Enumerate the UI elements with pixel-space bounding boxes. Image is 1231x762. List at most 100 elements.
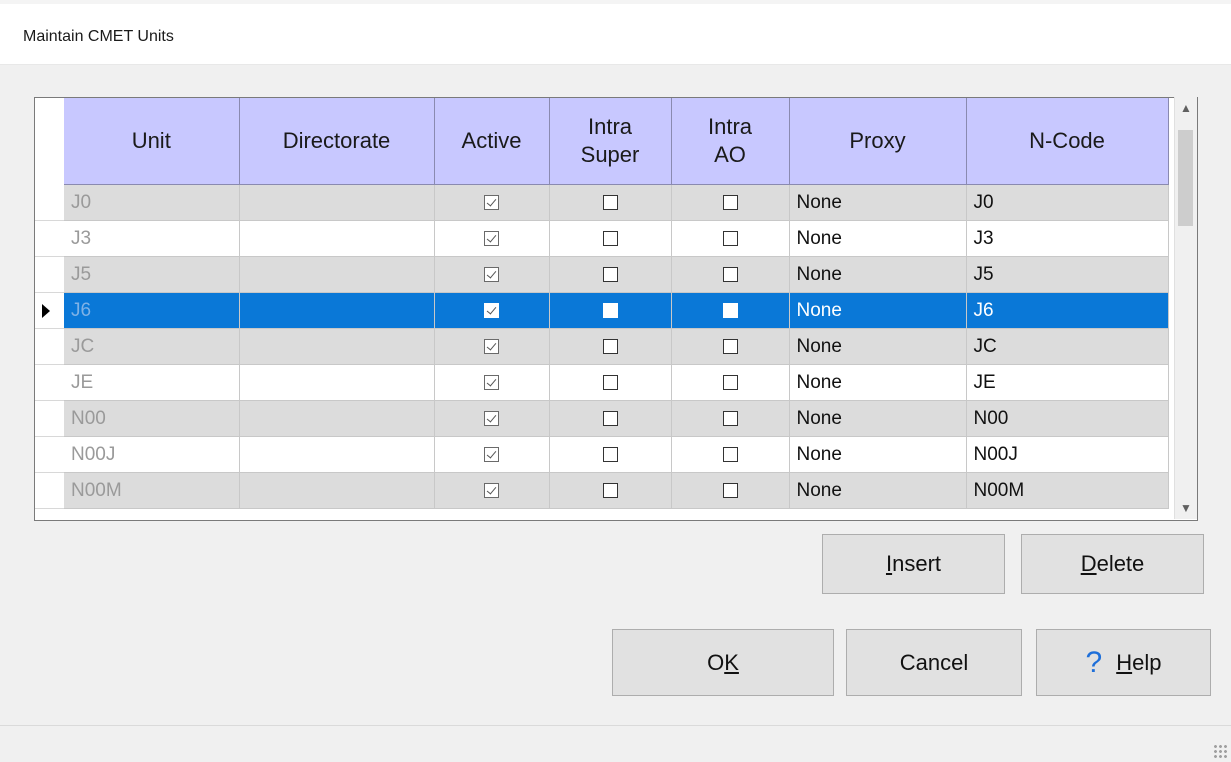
table-row[interactable]: J5 None J5 [64, 256, 1169, 293]
ncode-cell[interactable]: J6 [966, 292, 1169, 329]
intra-ao-checkbox[interactable] [722, 266, 738, 282]
ncode-cell[interactable]: J0 [966, 184, 1169, 221]
table-row[interactable]: J3 None J3 [64, 220, 1169, 257]
help-button[interactable]: ? Help [1036, 629, 1211, 696]
row-header-cell[interactable] [35, 437, 64, 473]
active-checkbox[interactable] [484, 194, 499, 210]
intra-ao-checkbox[interactable] [722, 302, 738, 318]
intra-ao-checkbox[interactable] [722, 194, 738, 210]
unit-cell[interactable]: N00J [64, 436, 240, 473]
intra-ao-checkbox[interactable] [722, 410, 738, 426]
table-row[interactable]: J6 None J6 [64, 292, 1169, 329]
directorate-cell[interactable] [239, 220, 435, 257]
proxy-cell[interactable]: None [789, 400, 967, 437]
unit-cell[interactable]: J5 [64, 256, 240, 293]
intra-super-checkbox[interactable] [602, 266, 618, 282]
unit-cell[interactable]: N00 [64, 400, 240, 437]
directorate-cell[interactable] [239, 400, 435, 437]
row-header-cell[interactable] [35, 257, 64, 293]
column-header-n-code[interactable]: N-Code [966, 98, 1169, 185]
proxy-cell[interactable]: None [789, 472, 967, 509]
table-row[interactable]: JE None JE [64, 364, 1169, 401]
vertical-scrollbar[interactable]: ▲ ▼ [1174, 97, 1197, 519]
unit-cell[interactable]: JC [64, 328, 240, 365]
ncode-cell[interactable]: J5 [966, 256, 1169, 293]
column-header-intra-super[interactable]: Intra Super [549, 98, 672, 185]
intra-super-checkbox[interactable] [602, 194, 618, 210]
directorate-cell[interactable] [239, 472, 435, 509]
row-header-cell[interactable] [35, 221, 64, 257]
column-header-proxy[interactable]: Proxy [789, 98, 967, 185]
intra-super-checkbox[interactable] [602, 338, 618, 354]
intra-ao-checkbox[interactable] [722, 230, 738, 246]
row-header-cell[interactable] [35, 365, 64, 401]
intra-ao-cell [671, 436, 790, 473]
row-header-cell[interactable] [35, 293, 64, 329]
table-row[interactable]: J0 None J0 [64, 184, 1169, 221]
proxy-cell[interactable]: None [789, 220, 967, 257]
ok-button[interactable]: OK [612, 629, 834, 696]
proxy-cell[interactable]: None [789, 436, 967, 473]
chevron-down-icon[interactable]: ▼ [1175, 497, 1197, 519]
unit-cell[interactable]: N00M [64, 472, 240, 509]
ncode-cell[interactable]: J3 [966, 220, 1169, 257]
column-header-intra-ao[interactable]: Intra AO [671, 98, 790, 185]
active-checkbox[interactable] [484, 302, 499, 318]
intra-ao-checkbox[interactable] [722, 338, 738, 354]
directorate-cell[interactable] [239, 184, 435, 221]
proxy-cell[interactable]: None [789, 364, 967, 401]
delete-button[interactable]: Delete [1021, 534, 1204, 594]
active-checkbox[interactable] [484, 230, 499, 246]
directorate-cell[interactable] [239, 256, 435, 293]
cancel-button[interactable]: Cancel [846, 629, 1022, 696]
column-header-active[interactable]: Active [434, 98, 550, 185]
intra-ao-checkbox[interactable] [722, 374, 738, 390]
ncode-cell[interactable]: N00M [966, 472, 1169, 509]
table-row[interactable]: N00J None N00J [64, 436, 1169, 473]
proxy-cell[interactable]: None [789, 328, 967, 365]
table-row[interactable]: N00M None N00M [64, 472, 1169, 509]
intra-super-checkbox[interactable] [602, 410, 618, 426]
intra-ao-checkbox[interactable] [722, 446, 738, 462]
directorate-cell[interactable] [239, 364, 435, 401]
table-row[interactable]: JC None JC [64, 328, 1169, 365]
units-grid[interactable]: Unit Directorate Active Intra Super Intra AO… [34, 97, 1198, 521]
ncode-cell[interactable]: N00 [966, 400, 1169, 437]
insert-button[interactable]: Insert [822, 534, 1005, 594]
active-checkbox[interactable] [484, 482, 499, 498]
unit-cell[interactable]: J0 [64, 184, 240, 221]
row-header-cell[interactable] [35, 401, 64, 437]
active-checkbox[interactable] [484, 446, 499, 462]
active-checkbox[interactable] [484, 338, 499, 354]
intra-super-checkbox[interactable] [602, 230, 618, 246]
row-header-cell[interactable] [35, 185, 64, 221]
column-header-directorate[interactable]: Directorate [239, 98, 435, 185]
unit-cell[interactable]: J3 [64, 220, 240, 257]
proxy-cell[interactable]: None [789, 292, 967, 329]
active-checkbox[interactable] [484, 410, 499, 426]
intra-super-checkbox[interactable] [602, 302, 618, 318]
ncode-cell[interactable]: JC [966, 328, 1169, 365]
table-row[interactable]: N00 None N00 [64, 400, 1169, 437]
intra-super-checkbox[interactable] [602, 374, 618, 390]
column-header-unit[interactable]: Unit [64, 98, 240, 185]
directorate-cell[interactable] [239, 292, 435, 329]
row-header-cell[interactable] [35, 329, 64, 365]
active-checkbox[interactable] [484, 266, 499, 282]
ncode-cell[interactable]: JE [966, 364, 1169, 401]
ncode-cell[interactable]: N00J [966, 436, 1169, 473]
intra-super-checkbox[interactable] [602, 446, 618, 462]
unit-cell[interactable]: J6 [64, 292, 240, 329]
directorate-cell[interactable] [239, 436, 435, 473]
directorate-cell[interactable] [239, 328, 435, 365]
chevron-up-icon[interactable]: ▲ [1175, 97, 1197, 119]
unit-cell[interactable]: JE [64, 364, 240, 401]
active-checkbox[interactable] [484, 374, 499, 390]
row-header-cell[interactable] [35, 473, 64, 509]
intra-super-checkbox[interactable] [602, 482, 618, 498]
scrollbar-thumb[interactable] [1178, 130, 1193, 226]
proxy-cell[interactable]: None [789, 256, 967, 293]
proxy-cell[interactable]: None [789, 184, 967, 221]
resize-grip-icon[interactable] [1213, 744, 1227, 758]
intra-ao-checkbox[interactable] [722, 482, 738, 498]
